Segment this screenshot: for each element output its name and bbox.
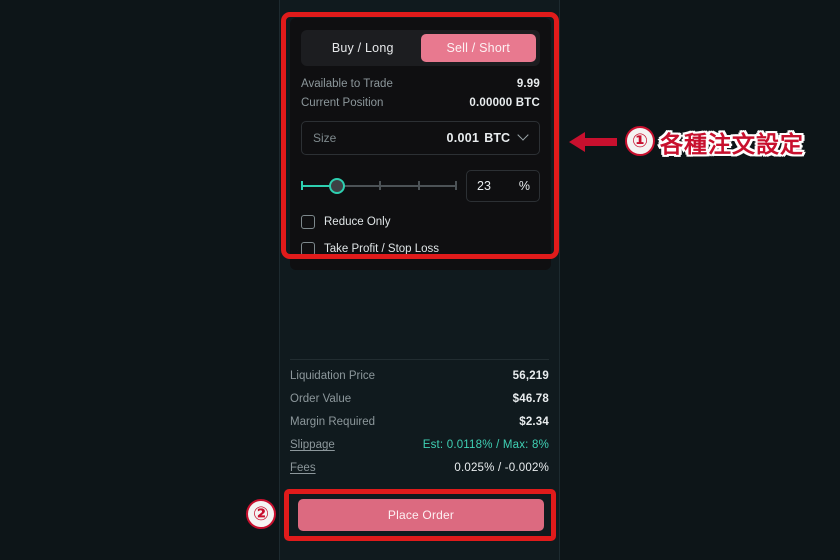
size-percent-slider[interactable] <box>301 175 457 197</box>
fees-value: 0.025% / -0.002% <box>454 462 549 474</box>
summary-row-liquidation-price: Liquidation Price 56,219 <box>290 370 549 382</box>
size-percent-row: 23 % <box>301 170 540 202</box>
current-position-row: Current Position 0.00000 BTC <box>301 97 540 109</box>
size-input-placeholder: Size <box>313 131 337 145</box>
liquidation-price-value: 56,219 <box>512 370 549 382</box>
available-to-trade-value: 9.99 <box>516 78 540 90</box>
reduce-only-label: Reduce Only <box>324 216 391 228</box>
order-value-label: Order Value <box>290 393 352 405</box>
place-order-button[interactable]: Place Order <box>298 499 544 531</box>
summary-row-slippage: Slippage Est: 0.0118% / Max: 8% <box>290 439 549 451</box>
order-value-value: $46.78 <box>512 393 549 405</box>
percent-symbol: % <box>518 179 530 193</box>
liquidation-price-label: Liquidation Price <box>290 370 376 382</box>
size-input-value: 0.001 <box>446 131 480 145</box>
tab-sell-short[interactable]: Sell / Short <box>420 34 536 62</box>
slider-tick-100 <box>455 181 457 190</box>
slider-tick-50 <box>379 181 381 190</box>
annotation-marker-2: ② <box>246 499 276 529</box>
percent-input[interactable]: 23 % <box>466 170 540 202</box>
slider-thumb[interactable] <box>328 178 345 194</box>
tab-buy-long[interactable]: Buy / Long <box>305 34 421 62</box>
current-position-value: 0.00000 BTC <box>469 97 540 109</box>
available-to-trade-row: Available to Trade 9.99 <box>301 78 540 90</box>
annotation-marker-1: ① <box>625 126 655 156</box>
order-entry-panel: Buy / Long Sell / Short Available to Tra… <box>279 0 560 560</box>
margin-required-value: $2.34 <box>519 416 549 428</box>
slippage-value: Est: 0.0118% / Max: 8% <box>422 439 549 451</box>
order-form: Buy / Long Sell / Short Available to Tra… <box>290 18 551 270</box>
size-unit-label: BTC <box>484 131 510 145</box>
annotation-arrow-left-icon <box>569 132 617 152</box>
summary-row-order-value: Order Value $46.78 <box>290 393 549 405</box>
take-profit-stop-loss-label: Take Profit / Stop Loss <box>324 243 440 255</box>
slider-tick-75 <box>418 181 420 190</box>
chevron-down-icon[interactable] <box>519 131 529 141</box>
size-input-field[interactable]: Size 0.001 BTC <box>301 121 540 155</box>
summary-row-fees: Fees 0.025% / -0.002% <box>290 462 549 474</box>
annotation-label-order-settings: 各種注文設定 <box>660 132 804 158</box>
fees-label[interactable]: Fees <box>290 462 316 474</box>
summary-row-margin-required: Margin Required $2.34 <box>290 416 549 428</box>
margin-required-label: Margin Required <box>290 416 376 428</box>
slippage-label[interactable]: Slippage <box>290 439 335 451</box>
slider-tick-0 <box>301 181 303 190</box>
reduce-only-row[interactable]: Reduce Only <box>301 215 540 229</box>
percent-value: 23 <box>477 179 491 193</box>
reduce-only-checkbox[interactable] <box>301 215 315 229</box>
order-side-toggle: Buy / Long Sell / Short <box>301 30 540 66</box>
available-to-trade-label: Available to Trade <box>301 78 393 90</box>
take-profit-stop-loss-row[interactable]: Take Profit / Stop Loss <box>301 242 540 256</box>
current-position-label: Current Position <box>301 97 384 109</box>
take-profit-stop-loss-checkbox[interactable] <box>301 242 315 256</box>
order-summary: Liquidation Price 56,219 Order Value $46… <box>290 359 549 474</box>
